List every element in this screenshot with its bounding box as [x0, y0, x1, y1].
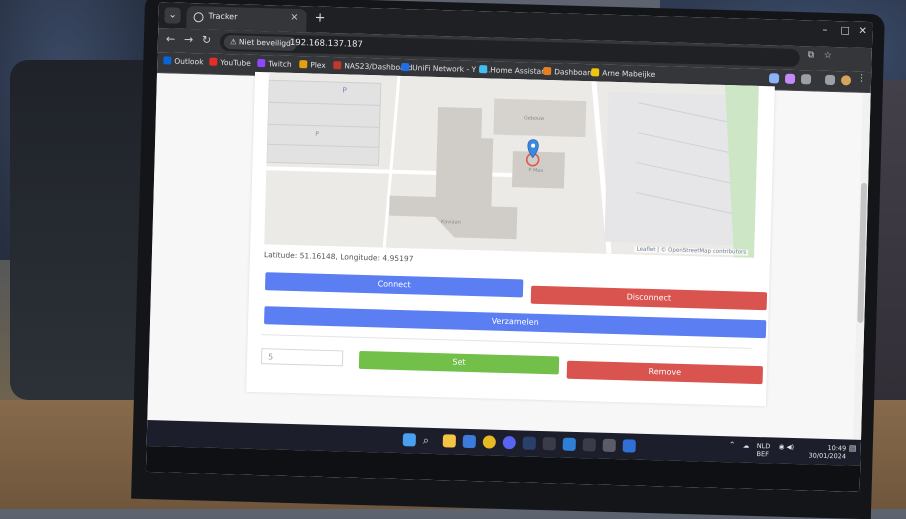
map-label: Kaviaan	[441, 219, 461, 226]
extension-icon[interactable]	[768, 73, 780, 84]
bookmark-plex[interactable]: Plex	[299, 60, 326, 70]
bookmark-dashboard[interactable]: Dashboard	[543, 66, 595, 77]
discord-icon[interactable]	[502, 435, 516, 450]
cloud-icon[interactable]: ☁	[743, 442, 750, 450]
tracker-card: P P Gebouw P Max Kaviaan Leaflet | © Ope…	[246, 71, 775, 407]
back-button[interactable]: ←	[166, 32, 176, 45]
reload-button[interactable]: ↻	[202, 33, 212, 46]
close-tab-icon[interactable]: ×	[290, 12, 299, 23]
bookmark-star-icon[interactable]: ☆	[824, 51, 832, 61]
windows-start-icon[interactable]	[402, 433, 417, 447]
laptop: ⌄ Tracker × + – □ ✕ ← → ↻ ⚠ Niet beveili…	[131, 0, 885, 519]
bookmark-arne[interactable]: Arne Mabeijke	[591, 68, 655, 79]
disconnect-button[interactable]: Disconnect	[530, 285, 768, 311]
settings-gear-icon[interactable]	[582, 438, 596, 452]
minimize-button[interactable]: –	[822, 25, 827, 36]
map-label: P	[315, 131, 319, 138]
url-text: 192.168.137.187	[289, 37, 364, 50]
collect-button[interactable]: Verzamelen	[264, 306, 767, 339]
photoshop-icon[interactable]	[522, 436, 536, 450]
app-icon[interactable]	[462, 434, 476, 449]
set-button[interactable]: Set	[358, 350, 560, 375]
network-volume-battery-icons[interactable]: ◉ ◀)	[779, 443, 794, 451]
map-label: Gebouw	[524, 115, 545, 122]
security-chip[interactable]: ⚠ Niet beveiligd	[223, 34, 297, 52]
divider	[261, 334, 752, 349]
outlook-icon	[163, 56, 172, 65]
close-window-button[interactable]: ✕	[858, 26, 867, 37]
globe-icon	[193, 12, 204, 23]
connect-button[interactable]: Connect	[264, 272, 524, 298]
bookmark-youtube[interactable]: YouTube	[209, 57, 251, 68]
map-tiles: P P Gebouw P Max Kaviaan	[264, 72, 759, 258]
unifi-icon	[401, 62, 410, 72]
side-panel-icon[interactable]	[824, 74, 836, 86]
interval-input[interactable]: 5	[260, 348, 344, 367]
home-assistant-icon	[479, 65, 488, 74]
translate-icon[interactable]: ⧉	[808, 50, 815, 60]
new-tab-button[interactable]: +	[314, 11, 325, 26]
search-icon[interactable]: ⌕	[423, 434, 436, 447]
plex-icon	[299, 60, 308, 69]
nas-icon	[333, 61, 342, 70]
app-icon[interactable]	[542, 437, 556, 451]
tab-tracker[interactable]: Tracker ×	[186, 5, 307, 33]
clock[interactable]: 10:49 30/01/2024	[808, 443, 846, 461]
profile-avatar[interactable]	[840, 75, 852, 86]
bookmark-home-assistant[interactable]: Home Assistant	[479, 65, 549, 76]
bookmark-unifi[interactable]: UniFi Network - Y R...	[401, 62, 491, 74]
app-icon[interactable]	[622, 439, 636, 453]
coordinates-text: Latitude: 51.16148, Longitude: 4.95197	[263, 250, 414, 264]
menu-kebab-icon[interactable]: ⋮	[857, 74, 866, 84]
tab-search-icon[interactable]: ⌄	[164, 7, 181, 24]
file-explorer-icon[interactable]	[442, 434, 457, 448]
vscode-icon[interactable]	[562, 437, 576, 451]
web-page: P P Gebouw P Max Kaviaan Leaflet | © Ope…	[147, 71, 871, 440]
twitch-icon	[257, 58, 266, 68]
map-label: P	[342, 86, 346, 94]
app-icon[interactable]	[602, 438, 616, 453]
bookmark-outlook[interactable]: Outlook	[163, 56, 204, 66]
folder-icon	[591, 68, 600, 77]
warning-icon: ⚠	[229, 37, 240, 47]
tray-chevron-icon[interactable]: ⌃	[729, 440, 736, 449]
tab-title: Tracker	[208, 11, 238, 22]
map-view[interactable]: P P Gebouw P Max Kaviaan Leaflet | © Ope…	[264, 72, 759, 258]
bookmark-twitch[interactable]: Twitch	[257, 58, 292, 69]
youtube-icon	[209, 57, 218, 66]
notification-icon[interactable]: ▤	[849, 444, 857, 453]
scrollbar-thumb[interactable]	[857, 182, 868, 323]
security-label: Niet beveiligd	[238, 37, 291, 48]
dashboard-icon	[543, 66, 552, 76]
chrome-icon[interactable]	[482, 435, 496, 449]
laptop-screen: ⌄ Tracker × + – □ ✕ ← → ↻ ⚠ Niet beveili…	[145, 2, 873, 492]
remove-button[interactable]: Remove	[566, 360, 764, 385]
language-indicator[interactable]: NLD BEF	[756, 442, 770, 458]
maximize-button[interactable]: □	[840, 25, 850, 36]
extensions-puzzle-icon[interactable]	[800, 74, 812, 85]
extension-icon[interactable]	[784, 73, 796, 84]
forward-button[interactable]: →	[184, 33, 194, 46]
map-label: P Max	[528, 168, 543, 174]
